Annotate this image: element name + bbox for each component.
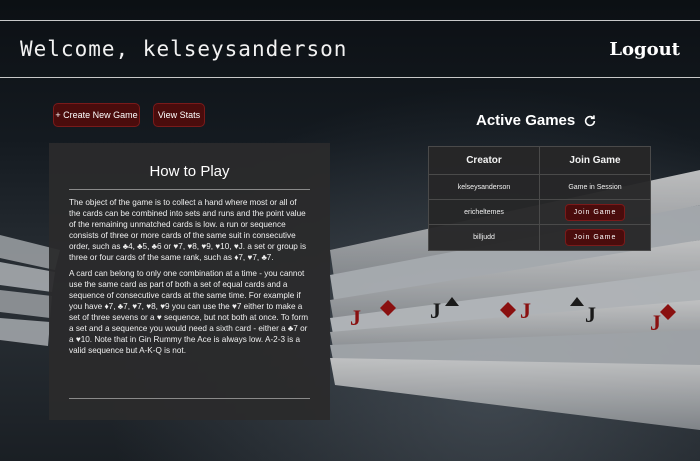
divider — [69, 398, 310, 399]
column-header-join-game: Join Game — [569, 155, 621, 166]
column-header-creator: Creator — [429, 147, 540, 174]
svg-text:J: J — [650, 310, 661, 335]
active-games-table: Creator Join Game kelseysanderson Game i… — [428, 146, 651, 251]
join-cell: Join Game — [540, 225, 650, 250]
creator-cell: billjudd — [429, 225, 540, 250]
table-row: kelseysanderson Game in Session — [429, 175, 650, 200]
svg-text:J: J — [520, 298, 531, 323]
svg-text:J: J — [585, 302, 596, 327]
creator-cell: ericheltemes — [429, 200, 540, 224]
table-header-row: Creator Join Game — [429, 147, 650, 175]
username: kelseysanderson — [142, 37, 348, 61]
join-game-button[interactable]: Join Game — [564, 229, 626, 246]
join-cell: Join Game — [540, 200, 650, 224]
how-to-play-title: How to Play — [149, 163, 230, 180]
welcome-prefix: Welcome, — [20, 37, 143, 61]
table-row: ericheltemes Join Game — [429, 200, 650, 225]
view-stats-button[interactable]: View Stats — [153, 103, 205, 127]
how-to-play-panel: How to Play The object of the game is to… — [49, 143, 330, 420]
refresh-icon[interactable] — [583, 114, 597, 128]
creator-cell: kelseysanderson — [429, 175, 540, 199]
rules-paragraph-1: The object of the game is to collect a h… — [69, 198, 307, 262]
create-new-game-button[interactable]: + Create New Game — [53, 103, 140, 127]
top-header: Welcome, kelseysanderson Logout — [0, 20, 700, 78]
logout-link[interactable]: Logout — [609, 39, 680, 60]
divider — [69, 189, 310, 190]
rules-paragraph-2: A card can belong to only one combinatio… — [69, 269, 309, 355]
active-games-header: Active Games — [476, 112, 597, 129]
game-status-cell: Game in Session — [568, 183, 622, 191]
welcome-message: Welcome, kelseysanderson — [20, 37, 347, 61]
join-game-button[interactable]: Join Game — [564, 203, 626, 221]
svg-text:J: J — [350, 305, 361, 330]
svg-text:J: J — [430, 298, 441, 323]
active-games-title: Active Games — [476, 112, 576, 129]
table-row: billjudd Join Game — [429, 225, 650, 250]
how-to-play-text: The object of the game is to collect a h… — [69, 198, 310, 363]
